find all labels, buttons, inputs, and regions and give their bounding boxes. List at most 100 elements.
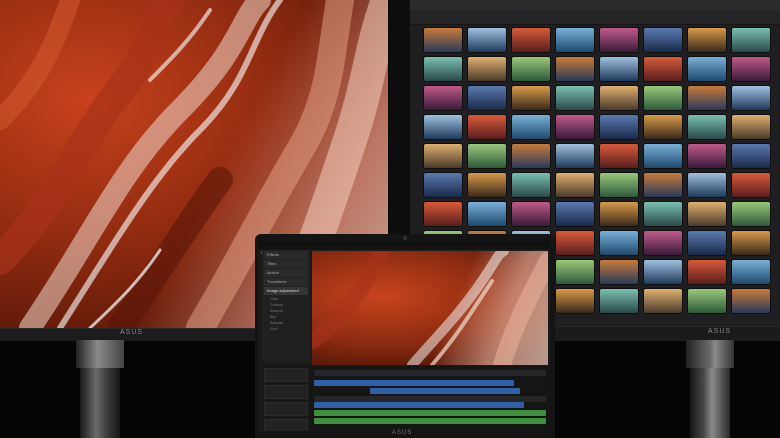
photo-app-toolbar <box>410 10 780 25</box>
photo-thumbnail[interactable] <box>644 260 682 284</box>
photo-thumbnail[interactable] <box>688 231 726 255</box>
photo-thumbnail[interactable] <box>600 28 638 52</box>
photo-thumbnail[interactable] <box>600 115 638 139</box>
photo-thumbnail[interactable] <box>600 57 638 81</box>
photo-thumbnail[interactable] <box>688 260 726 284</box>
photo-thumbnail[interactable] <box>732 231 770 255</box>
editor-timeline[interactable] <box>310 366 550 431</box>
left-monitor-logo: ASUS <box>120 329 144 336</box>
photo-thumbnail[interactable] <box>556 173 594 197</box>
photo-thumbnail[interactable] <box>732 289 770 313</box>
photo-thumbnail[interactable] <box>644 57 682 81</box>
photo-app-menubar <box>410 0 780 10</box>
photo-thumbnail[interactable] <box>556 115 594 139</box>
photo-thumbnail[interactable] <box>644 202 682 226</box>
photo-thumbnail[interactable] <box>512 202 550 226</box>
video-clip-track-2[interactable] <box>370 388 520 394</box>
timeline-track-headers <box>262 365 310 431</box>
photo-thumbnail[interactable] <box>688 57 726 81</box>
photo-thumbnail[interactable] <box>512 86 550 110</box>
photo-thumbnail[interactable] <box>512 115 550 139</box>
photo-thumbnail[interactable] <box>732 28 770 52</box>
photo-thumbnail[interactable] <box>600 86 638 110</box>
photo-thumbnail[interactable] <box>688 144 726 168</box>
track-header-4[interactable] <box>264 419 308 431</box>
photo-thumbnail[interactable] <box>732 260 770 284</box>
photo-thumbnail[interactable] <box>644 173 682 197</box>
photo-thumbnail[interactable] <box>468 173 506 197</box>
track-header-1[interactable] <box>264 368 308 382</box>
audio-clip-track-1[interactable] <box>314 410 546 416</box>
photo-thumbnail[interactable] <box>644 231 682 255</box>
photo-thumbnail[interactable] <box>556 28 594 52</box>
photo-thumbnail[interactable] <box>512 57 550 81</box>
track-header-2[interactable] <box>264 385 308 399</box>
photo-thumbnail[interactable] <box>688 28 726 52</box>
photo-thumbnail[interactable] <box>424 57 462 81</box>
photo-thumbnail[interactable] <box>732 115 770 139</box>
tab-effects[interactable]: Effects <box>264 251 308 259</box>
photo-thumbnail[interactable] <box>732 57 770 81</box>
tab-titles[interactable]: Titles <box>264 260 308 268</box>
laptop-logo: ASUS <box>392 430 413 436</box>
webcam-icon <box>403 236 407 240</box>
photo-thumbnail[interactable] <box>512 144 550 168</box>
photo-thumbnail[interactable] <box>556 57 594 81</box>
photo-thumbnail[interactable] <box>600 173 638 197</box>
photo-thumbnail[interactable] <box>424 173 462 197</box>
photo-thumbnail[interactable] <box>556 86 594 110</box>
photo-thumbnail[interactable] <box>424 144 462 168</box>
photo-thumbnail[interactable] <box>600 202 638 226</box>
timeline-ruler[interactable] <box>314 370 546 376</box>
photo-thumbnail[interactable] <box>644 289 682 313</box>
photo-thumbnail[interactable] <box>424 202 462 226</box>
photo-thumbnail[interactable] <box>644 28 682 52</box>
video-clip-track-1[interactable] <box>314 380 514 386</box>
photo-thumbnail[interactable] <box>556 260 594 284</box>
photo-thumbnail[interactable] <box>732 202 770 226</box>
audio-clip-track-2[interactable] <box>314 418 546 424</box>
sidebar-item-vivid[interactable]: Vivid <box>262 326 310 332</box>
photo-thumbnail[interactable] <box>556 144 594 168</box>
photo-thumbnail[interactable] <box>688 115 726 139</box>
video-clip-track-3[interactable] <box>314 402 524 408</box>
photo-thumbnail[interactable] <box>468 28 506 52</box>
preview-frame-canyon <box>312 251 548 365</box>
photo-thumbnail[interactable] <box>688 289 726 313</box>
right-monitor-logo: ASUS <box>708 328 732 335</box>
video-editor-screen: Project Edit View Timeline Help Effects … <box>258 241 550 431</box>
photo-thumbnail[interactable] <box>468 57 506 81</box>
photo-thumbnail[interactable] <box>556 202 594 226</box>
photo-thumbnail[interactable] <box>688 202 726 226</box>
photo-thumbnail[interactable] <box>424 28 462 52</box>
photo-thumbnail[interactable] <box>600 260 638 284</box>
photo-thumbnail[interactable] <box>688 173 726 197</box>
photo-thumbnail[interactable] <box>732 86 770 110</box>
editor-menubar: Project Edit View Timeline Help <box>258 241 550 255</box>
tab-transitions[interactable]: Transitions <box>264 278 308 286</box>
track-header-3[interactable] <box>264 402 308 416</box>
photo-thumbnail[interactable] <box>468 86 506 110</box>
photo-thumbnail[interactable] <box>644 115 682 139</box>
photo-thumbnail[interactable] <box>600 231 638 255</box>
photo-thumbnail[interactable] <box>688 86 726 110</box>
photo-thumbnail[interactable] <box>424 115 462 139</box>
photo-thumbnail[interactable] <box>556 289 594 313</box>
photo-thumbnail[interactable] <box>732 144 770 168</box>
editor-sidebar: Effects Titles Motion Transitions Image … <box>262 250 310 362</box>
photo-thumbnail[interactable] <box>556 231 594 255</box>
photo-thumbnail[interactable] <box>600 144 638 168</box>
photo-thumbnail[interactable] <box>468 115 506 139</box>
photo-thumbnail[interactable] <box>644 144 682 168</box>
photo-thumbnail[interactable] <box>644 86 682 110</box>
video-preview[interactable] <box>312 251 548 365</box>
photo-thumbnail[interactable] <box>512 28 550 52</box>
photo-thumbnail[interactable] <box>468 202 506 226</box>
photo-thumbnail[interactable] <box>512 173 550 197</box>
tab-motion[interactable]: Motion <box>264 269 308 277</box>
tab-image-adjustment[interactable]: Image adjustment <box>264 287 308 295</box>
photo-thumbnail[interactable] <box>424 86 462 110</box>
photo-thumbnail[interactable] <box>732 173 770 197</box>
photo-thumbnail[interactable] <box>600 289 638 313</box>
photo-thumbnail[interactable] <box>468 144 506 168</box>
